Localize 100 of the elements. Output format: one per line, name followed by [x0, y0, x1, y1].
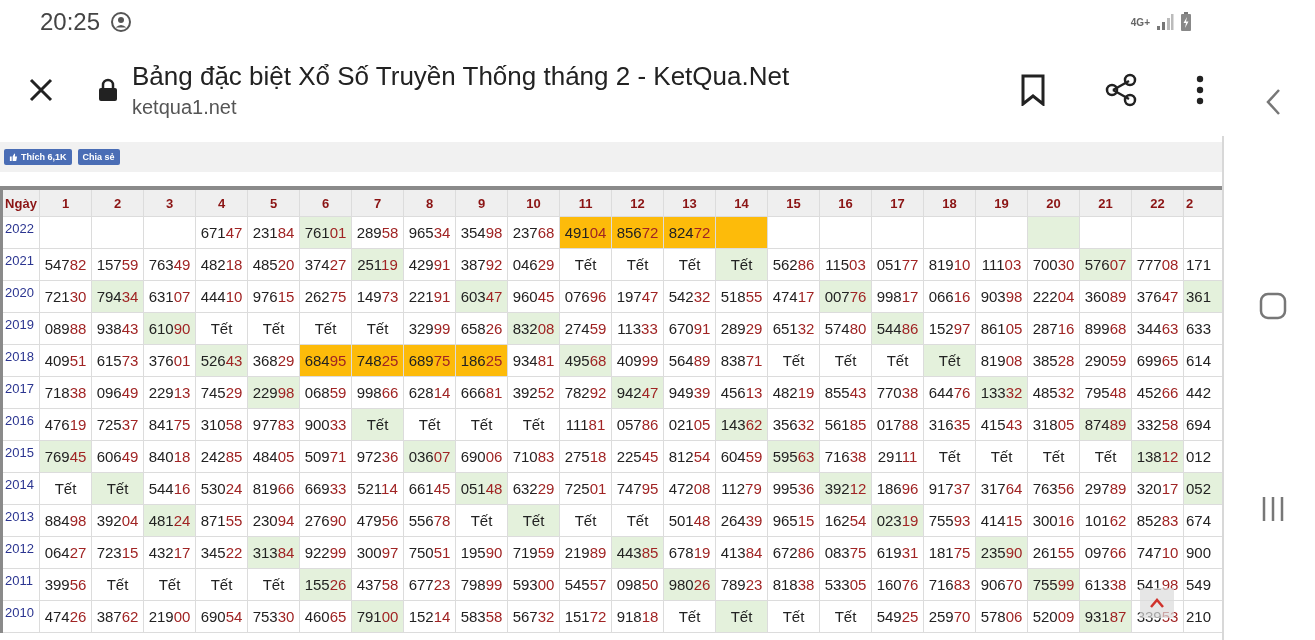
- table-cell: 97236: [351, 440, 404, 473]
- table-cell: 76349: [143, 248, 196, 281]
- table-cell: 23094: [247, 504, 300, 537]
- table-cell: 28716: [1027, 312, 1080, 345]
- table-cell: 85672: [611, 216, 664, 249]
- table-cell: 57480: [819, 312, 872, 345]
- column-header: 15: [767, 188, 820, 217]
- more-icon[interactable]: [1196, 75, 1204, 105]
- page-url[interactable]: ketqua1.net: [132, 96, 790, 119]
- table-cell: 29111: [871, 440, 924, 473]
- table-cell: 28958: [351, 216, 404, 249]
- table-cell: 15759: [91, 248, 144, 281]
- table-cell: Tết: [871, 344, 924, 377]
- column-header: 6: [299, 188, 352, 217]
- table-cell: 32017: [1131, 472, 1184, 505]
- table-cell: 26439: [715, 504, 768, 537]
- table-cell: 41384: [715, 536, 768, 569]
- table-cell: 15297: [923, 312, 976, 345]
- column-header: 19: [975, 188, 1028, 217]
- table-cell: 04629: [507, 248, 560, 281]
- table-cell: 40999: [611, 344, 664, 377]
- close-icon[interactable]: [28, 77, 54, 103]
- table-cell: Tết: [559, 504, 612, 537]
- table-cell: 62814: [403, 376, 456, 409]
- row-header: 2016: [1, 408, 40, 441]
- table-cell: 61090: [143, 312, 196, 345]
- table-cell: 99536: [767, 472, 820, 505]
- table-cell: 48124: [143, 504, 196, 537]
- table-cell: 77038: [871, 376, 924, 409]
- table-cell: 11503: [819, 248, 872, 281]
- share-icon[interactable]: [1104, 73, 1138, 107]
- table-cell: Tết: [351, 312, 404, 345]
- table-cell: 47619: [39, 408, 92, 441]
- table-cell: 72537: [91, 408, 144, 441]
- table-cell: 78292: [559, 376, 612, 409]
- share-button[interactable]: Chia sẻ: [77, 149, 120, 165]
- table-cell: 15214: [403, 600, 456, 633]
- row-header: 2011: [1, 568, 40, 601]
- table-cell: 93481: [507, 344, 560, 377]
- table-cell: 32999: [403, 312, 456, 345]
- table-cell: 53024: [195, 472, 248, 505]
- table-cell: 71959: [507, 536, 560, 569]
- table-cell: 64476: [923, 376, 976, 409]
- table-cell: 06859: [299, 376, 352, 409]
- table-cell: 88498: [39, 504, 92, 537]
- table-cell: 13812: [1131, 440, 1184, 473]
- column-header: 17: [871, 188, 924, 217]
- table-cell: 07696: [559, 280, 612, 313]
- table-cell: 27459: [559, 312, 612, 345]
- recents-icon[interactable]: [1260, 496, 1285, 522]
- table-cell: 74795: [611, 472, 664, 505]
- table-cell: 86105: [975, 312, 1028, 345]
- table-cell: 13332: [975, 376, 1028, 409]
- table-cell: 89968: [1079, 312, 1132, 345]
- table-cell: 66145: [403, 472, 456, 505]
- table-cell: 99866: [351, 376, 404, 409]
- table-cell: Tết: [403, 408, 456, 441]
- table-cell: 58358: [455, 600, 508, 633]
- bookmark-icon[interactable]: [1020, 74, 1046, 106]
- back-icon[interactable]: [1264, 88, 1281, 116]
- table-cell: 81254: [663, 440, 716, 473]
- table-cell: 54416: [143, 472, 196, 505]
- table-cell: 90033: [299, 408, 352, 441]
- table-cell: 46065: [299, 600, 352, 633]
- like-button[interactable]: Thích 6,1K: [4, 149, 72, 165]
- table-cell: 40951: [39, 344, 92, 377]
- table-cell: 47417: [767, 280, 820, 313]
- table-cell: 11333: [611, 312, 664, 345]
- table-cell: 22204: [1027, 280, 1080, 313]
- row-header: 2013: [1, 504, 40, 537]
- table-cell: 65826: [455, 312, 508, 345]
- table-cell: 16254: [819, 504, 872, 537]
- table-cell: Tết: [1079, 440, 1132, 473]
- table-cell: 72315: [91, 536, 144, 569]
- table-cell: Tết: [975, 440, 1028, 473]
- table-cell: 30016: [1027, 504, 1080, 537]
- table-cell: 09766: [1079, 536, 1132, 569]
- column-header: Ngày: [1, 188, 40, 217]
- table-cell: 65132: [767, 312, 820, 345]
- table-cell: 49104: [559, 216, 612, 249]
- home-icon[interactable]: [1258, 292, 1287, 320]
- table-cell: 09649: [91, 376, 144, 409]
- table-cell: 60347: [455, 280, 508, 313]
- table-cell: 54557: [559, 568, 612, 601]
- table-cell: 03607: [403, 440, 456, 473]
- column-header: 10: [507, 188, 560, 217]
- table-cell: 87489: [1079, 408, 1132, 441]
- table-cell: Tết: [455, 504, 508, 537]
- table-cell: 67147: [195, 216, 248, 249]
- table-cell: 54486: [871, 312, 924, 345]
- table-cell: 67723: [403, 568, 456, 601]
- table-cell: 52114: [351, 472, 404, 505]
- table-cell: 94939: [663, 376, 716, 409]
- table-cell: Tết: [923, 440, 976, 473]
- table-cell: 60459: [715, 440, 768, 473]
- column-header: 3: [143, 188, 196, 217]
- table-cell: Tết: [923, 344, 976, 377]
- column-header: 2: [91, 188, 144, 217]
- table-cell: 15526: [299, 568, 352, 601]
- table-cell: 39252: [507, 376, 560, 409]
